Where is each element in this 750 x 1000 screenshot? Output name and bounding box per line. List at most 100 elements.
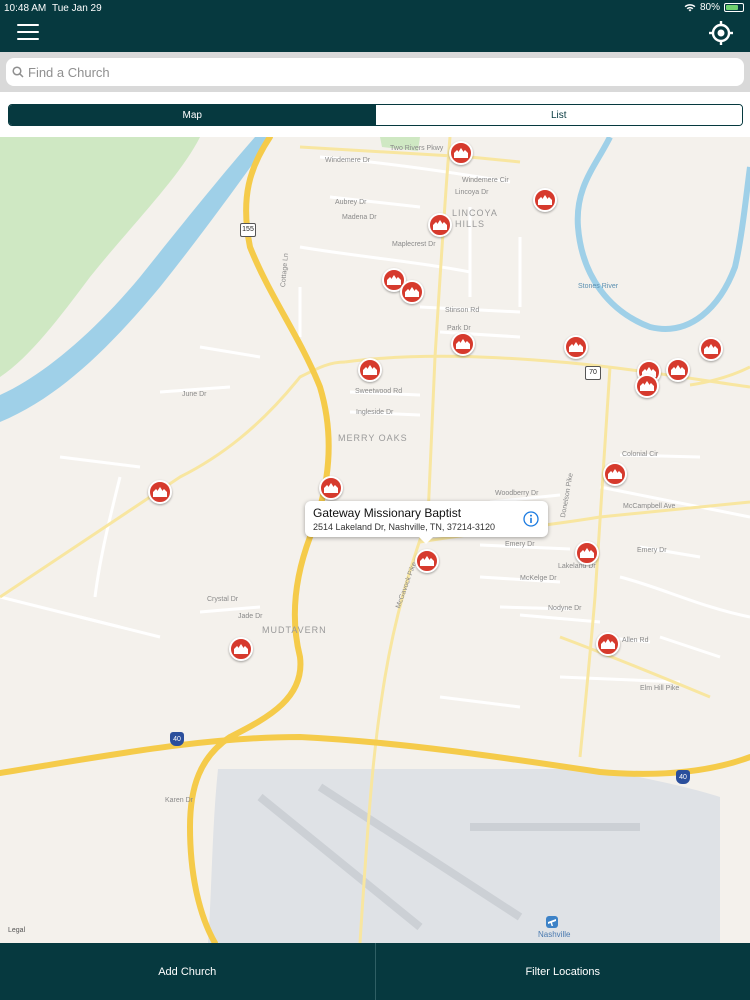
info-icon[interactable] — [523, 511, 539, 527]
church-icon — [640, 381, 654, 391]
church-icon — [153, 487, 167, 497]
street-label: Park Dr — [447, 325, 471, 332]
area-label-mudtavern: MUDTAVERN — [262, 625, 327, 635]
church-pin[interactable] — [148, 480, 172, 504]
church-icon — [363, 365, 377, 375]
church-icon — [456, 339, 470, 349]
battery-fill — [726, 5, 739, 10]
street-label: Madena Dr — [342, 214, 377, 221]
river-label: Stones River — [578, 283, 619, 290]
street-label: Allen Rd — [622, 637, 649, 644]
menu-icon[interactable] — [17, 24, 39, 42]
street-label: Two Rivers Pkwy — [390, 145, 444, 152]
church-pin[interactable] — [603, 462, 627, 486]
street-label: Crystal Dr — [207, 596, 239, 603]
airport-icon — [546, 916, 558, 928]
church-pin[interactable] — [596, 632, 620, 656]
street-label: Elm Hill Pike — [640, 685, 680, 692]
search-input[interactable] — [28, 64, 718, 80]
street-label: Stinson Rd — [445, 307, 480, 314]
status-right: 80% — [684, 2, 744, 13]
church-pin-selected[interactable] — [415, 549, 439, 573]
street-label: McCampbell Ave — [623, 503, 676, 510]
map-view[interactable]: LINCOYA HILLS MERRY OAKS MUDTAVERN Two R… — [0, 137, 750, 943]
church-pin[interactable] — [666, 358, 690, 382]
street-label: Nodyne Dr — [548, 605, 582, 612]
church-pin[interactable] — [319, 476, 343, 500]
street-label: Lincoya Dr — [455, 189, 489, 196]
street-label: Maplecrest Dr — [392, 241, 436, 248]
callout-address: 2514 Lakeland Dr, Nashville, TN, 37214-3… — [313, 522, 495, 532]
battery-percent: 80% — [699, 2, 720, 13]
street-label: Colonial Cir — [622, 451, 659, 458]
church-pin[interactable] — [564, 335, 588, 359]
street-label: Sweetwood Rd — [355, 388, 403, 395]
wifi-icon — [684, 4, 696, 12]
bottom-toolbar: Add Church Filter Locations — [0, 943, 750, 1000]
street-label: June Dr — [182, 391, 207, 398]
street-label: Woodberry Dr — [495, 490, 539, 497]
locate-icon[interactable] — [708, 20, 734, 46]
church-icon — [580, 548, 594, 558]
tab-map[interactable]: Map — [9, 105, 376, 125]
church-icon — [601, 639, 615, 649]
church-icon — [538, 195, 552, 205]
church-icon — [671, 365, 685, 375]
interstate-shield-40: 40 — [170, 732, 184, 746]
church-pin[interactable] — [451, 332, 475, 356]
street-label: Emery Dr — [505, 541, 535, 548]
battery-icon — [724, 3, 744, 12]
church-icon — [704, 344, 718, 354]
status-date: Tue Jan 29 — [52, 3, 102, 14]
street-label: Windemere Dr — [325, 157, 371, 164]
place-label-nashville: Nashville — [538, 930, 571, 939]
church-pin[interactable] — [400, 280, 424, 304]
church-callout[interactable]: Gateway Missionary Baptist 2514 Lakeland… — [305, 501, 548, 544]
church-pin[interactable] — [428, 213, 452, 237]
church-icon — [433, 220, 447, 230]
church-icon — [569, 342, 583, 352]
church-icon — [387, 275, 401, 285]
status-bar: 10:48 AM Tue Jan 29 80% — [0, 0, 750, 16]
river-stones — [574, 137, 750, 332]
church-pin[interactable] — [635, 374, 659, 398]
map-base — [0, 137, 750, 943]
street-label: Windemere Cir — [462, 177, 509, 184]
church-pin[interactable] — [575, 541, 599, 565]
church-pin[interactable] — [699, 337, 723, 361]
church-icon — [324, 483, 338, 493]
view-segmented-control: Map List — [8, 104, 743, 126]
church-pin[interactable] — [358, 358, 382, 382]
search-bar — [0, 52, 750, 92]
airport-area — [208, 769, 720, 943]
tab-list[interactable]: List — [375, 105, 742, 125]
search-icon — [12, 66, 24, 78]
street-label: McKelge Dr — [520, 575, 557, 582]
church-icon — [454, 148, 468, 158]
top-bar: 10:48 AM Tue Jan 29 80% — [0, 0, 750, 52]
area-label-merry-oaks: MERRY OAKS — [338, 433, 408, 443]
map-legal-link[interactable]: Legal — [8, 927, 25, 934]
church-pin[interactable] — [449, 141, 473, 165]
search-box — [6, 58, 744, 86]
street-label: Jade Dr — [238, 613, 263, 620]
church-icon — [420, 556, 434, 566]
church-pin[interactable] — [533, 188, 557, 212]
church-icon — [405, 287, 419, 297]
street-label: Aubrey Dr — [335, 199, 367, 206]
area-label-lincoya: LINCOYA — [452, 208, 498, 218]
highway-shield-70: 70 — [585, 366, 601, 380]
church-icon — [608, 469, 622, 479]
street-label: Ingleside Dr — [356, 409, 394, 416]
filter-locations-button[interactable]: Filter Locations — [374, 943, 750, 1000]
church-pin[interactable] — [229, 637, 253, 661]
interstate-shield-40: 40 — [676, 770, 690, 784]
street-label: Karen Dr — [165, 797, 194, 804]
add-church-button[interactable]: Add Church — [0, 943, 375, 1000]
callout-title: Gateway Missionary Baptist — [313, 506, 462, 520]
area-label-hills: HILLS — [455, 219, 486, 229]
street-label: Emery Dr — [637, 547, 667, 554]
status-time: 10:48 AM — [4, 3, 47, 14]
highway-shield-155: 155 — [240, 223, 256, 237]
church-icon — [234, 644, 248, 654]
